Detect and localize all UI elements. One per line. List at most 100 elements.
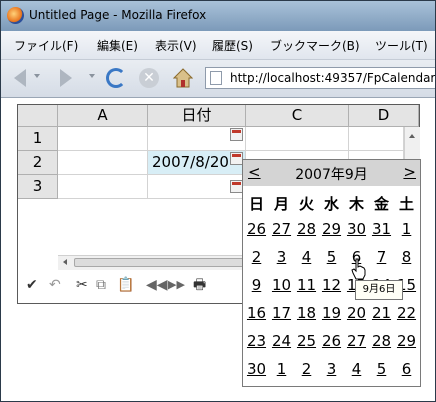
column-header-a[interactable]: A bbox=[58, 105, 148, 127]
menu-tools[interactable]: ツール(T) bbox=[375, 37, 428, 54]
undo-icon[interactable]: ↶ bbox=[49, 275, 61, 295]
horizontal-scrollbar[interactable] bbox=[58, 255, 252, 270]
navigation-toolbar: ✕ http://localhost:49357/FpCalendar/ bbox=[1, 60, 435, 98]
calendar-day[interactable]: 26 bbox=[319, 332, 344, 350]
calendar-day[interactable]: 25 bbox=[294, 332, 319, 350]
calendar-day[interactable]: 20 bbox=[344, 304, 369, 322]
row-header-2[interactable]: 2 bbox=[18, 151, 58, 175]
cell-a2[interactable] bbox=[58, 151, 148, 175]
hand-cursor-icon bbox=[351, 258, 366, 280]
cell-b1[interactable] bbox=[148, 127, 246, 151]
calendar-day[interactable]: 7 bbox=[369, 248, 394, 266]
calendar-day[interactable]: 28 bbox=[369, 332, 394, 350]
weekday-header: 木 bbox=[348, 195, 364, 213]
calendar-day[interactable]: 28 bbox=[294, 220, 319, 238]
stop-button[interactable]: ✕ bbox=[137, 66, 161, 90]
calendar-day[interactable]: 4 bbox=[294, 248, 319, 266]
home-button[interactable] bbox=[171, 66, 195, 90]
calendar-day[interactable]: 19 bbox=[319, 304, 344, 322]
calendar-day[interactable]: 21 bbox=[369, 304, 394, 322]
home-icon bbox=[173, 68, 193, 88]
stop-icon: ✕ bbox=[139, 68, 159, 88]
calendar-day[interactable]: 2 bbox=[294, 360, 319, 378]
calendar-day[interactable]: 1 bbox=[394, 220, 419, 238]
column-header-c[interactable]: C bbox=[246, 105, 349, 127]
menu-edit[interactable]: 編集(E) bbox=[97, 37, 138, 54]
browser-window: Untitled Page - Mozilla Firefox ファイル(F) … bbox=[0, 0, 436, 402]
calendar-day[interactable]: 10 bbox=[269, 276, 294, 294]
calendar-day[interactable]: 5 bbox=[319, 248, 344, 266]
calendar-day[interactable]: 17 bbox=[269, 304, 294, 322]
window-title: Untitled Page - Mozilla Firefox bbox=[29, 8, 207, 22]
calendar-day[interactable]: 8 bbox=[394, 248, 419, 266]
url-text: http://localhost:49357/FpCalendar/ bbox=[230, 71, 436, 85]
menu-bookmarks[interactable]: ブックマーク(B) bbox=[270, 37, 360, 54]
cell-d1[interactable] bbox=[349, 127, 404, 151]
title-bar: Untitled Page - Mozilla Firefox bbox=[1, 1, 435, 31]
prev-page-icon[interactable]: ◀◀ bbox=[146, 275, 168, 295]
forward-dropdown-icon[interactable] bbox=[89, 74, 95, 78]
reload-button[interactable] bbox=[104, 66, 128, 90]
cell-c1[interactable] bbox=[246, 127, 349, 151]
calendar-day[interactable]: 27 bbox=[269, 220, 294, 238]
weekday-header: 火 bbox=[298, 195, 314, 213]
calendar-day[interactable]: 3 bbox=[319, 360, 344, 378]
calendar-day[interactable]: 11 bbox=[294, 276, 319, 294]
calendar-day[interactable]: 2 bbox=[244, 248, 269, 266]
sheet-corner[interactable] bbox=[18, 105, 58, 127]
paste-icon[interactable]: 📋 bbox=[117, 275, 134, 295]
calendar-day[interactable]: 30 bbox=[244, 360, 269, 378]
calendar-day[interactable]: 12 bbox=[319, 276, 344, 294]
menu-file[interactable]: ファイル(F) bbox=[14, 37, 78, 54]
next-page-icon[interactable]: ▶▶ bbox=[168, 275, 185, 295]
calendar-next-month[interactable]: > bbox=[403, 163, 416, 181]
calendar-day[interactable]: 9 bbox=[244, 276, 269, 294]
menu-view[interactable]: 表示(V) bbox=[155, 37, 197, 54]
calendar-day[interactable]: 18 bbox=[294, 304, 319, 322]
page-icon bbox=[210, 71, 222, 85]
cell-a3[interactable] bbox=[58, 175, 148, 199]
weekday-header: 日 bbox=[248, 195, 264, 213]
row-header-1[interactable]: 1 bbox=[18, 127, 58, 151]
forward-arrow-icon bbox=[60, 69, 72, 87]
calendar-day[interactable]: 23 bbox=[244, 332, 269, 350]
calendar-button-icon[interactable] bbox=[230, 128, 243, 141]
scroll-left-icon[interactable] bbox=[63, 259, 67, 265]
weekday-header: 土 bbox=[398, 195, 414, 213]
calendar-day[interactable]: 22 bbox=[394, 304, 419, 322]
print-icon[interactable]: 🖶 bbox=[193, 275, 206, 295]
forward-button[interactable] bbox=[53, 66, 77, 90]
column-header-d[interactable]: D bbox=[349, 105, 419, 127]
calendar-day[interactable]: 1 bbox=[269, 360, 294, 378]
calendar-day[interactable]: 26 bbox=[244, 220, 269, 238]
calendar-day[interactable]: 3 bbox=[269, 248, 294, 266]
calendar-day[interactable]: 31 bbox=[369, 220, 394, 238]
reload-icon bbox=[106, 68, 126, 88]
horizontal-scroll-thumb[interactable] bbox=[74, 258, 246, 267]
back-dropdown-icon[interactable] bbox=[34, 74, 40, 78]
menu-history[interactable]: 履歴(S) bbox=[212, 37, 253, 54]
back-button[interactable] bbox=[9, 66, 33, 90]
calendar-day[interactable]: 6 bbox=[394, 360, 419, 378]
calendar-day[interactable]: 5 bbox=[369, 360, 394, 378]
weekday-header: 金 bbox=[373, 195, 389, 213]
cell-b3[interactable] bbox=[148, 175, 246, 199]
calendar-popup: < 2007年9月 > 日月火水木金土 26 27 28 29 30 31 1 2 3 4 5 6 7 8 9… bbox=[242, 159, 421, 387]
cell-a1[interactable] bbox=[58, 127, 148, 151]
menu-bar: ファイル(F) 編集(E) 表示(V) 履歴(S) ブックマーク(B) ツール(… bbox=[1, 31, 435, 60]
cell-b2[interactable]: 2007/8/20 bbox=[148, 151, 246, 175]
calendar-day[interactable]: 29 bbox=[394, 332, 419, 350]
calendar-day[interactable]: 4 bbox=[344, 360, 369, 378]
copy-icon[interactable]: ⧉ bbox=[96, 275, 106, 295]
address-bar[interactable]: http://localhost:49357/FpCalendar/ bbox=[205, 67, 436, 89]
column-header-date[interactable]: 日付 bbox=[148, 105, 246, 127]
calendar-day[interactable]: 30 bbox=[344, 220, 369, 238]
scroll-up-icon[interactable] bbox=[409, 134, 415, 138]
calendar-day[interactable]: 24 bbox=[269, 332, 294, 350]
calendar-day[interactable]: 27 bbox=[344, 332, 369, 350]
cut-icon[interactable]: ✂ bbox=[76, 275, 88, 295]
calendar-day[interactable]: 29 bbox=[319, 220, 344, 238]
calendar-day[interactable]: 16 bbox=[244, 304, 269, 322]
check-icon[interactable]: ✔ bbox=[26, 275, 38, 295]
row-header-3[interactable]: 3 bbox=[18, 175, 58, 199]
